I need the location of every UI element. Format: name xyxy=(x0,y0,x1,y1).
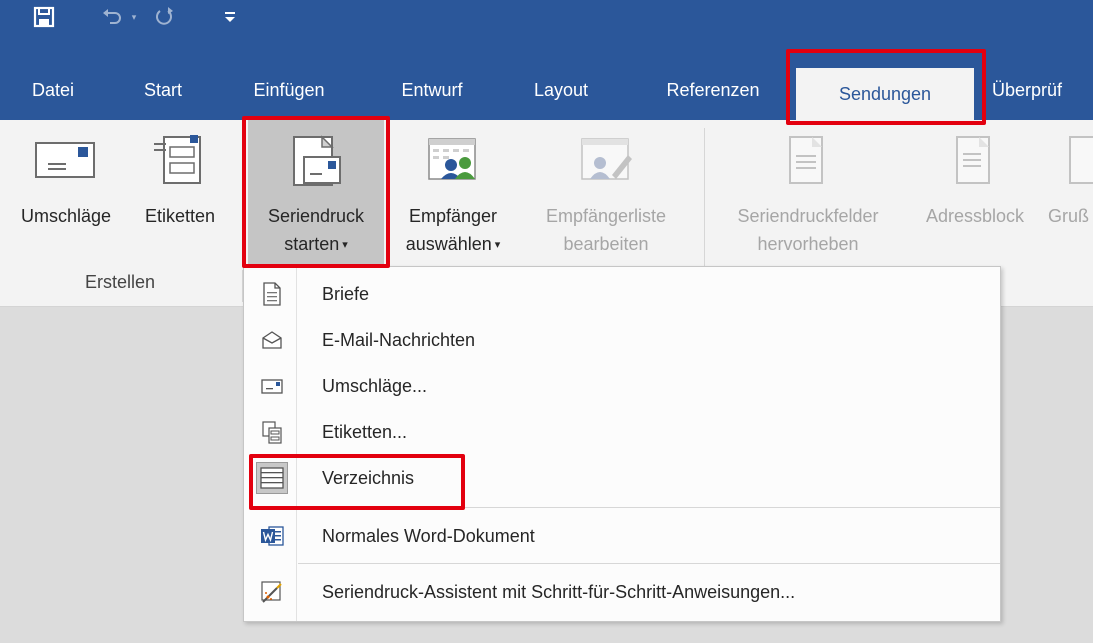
tab-sendungen[interactable]: Sendungen xyxy=(796,68,974,120)
envelope-icon xyxy=(260,374,284,398)
undo-icon[interactable] xyxy=(98,0,126,34)
umschlaege-button[interactable]: Umschläge xyxy=(0,120,132,275)
tab-referenzen[interactable]: Referenzen xyxy=(648,60,778,120)
greeting-icon xyxy=(1066,133,1093,197)
document-icon xyxy=(260,282,284,306)
tab-layout[interactable]: Layout xyxy=(520,60,602,120)
menu-item-etiketten[interactable]: Etiketten... xyxy=(244,409,1000,455)
empfaengerliste-bearbeiten-button[interactable]: Empfängerliste bearbeiten xyxy=(520,120,692,275)
email-icon xyxy=(260,328,284,352)
seriendruckfelder-hervorheben-button[interactable]: Seriendruckfelder hervorheben xyxy=(708,120,908,275)
menu-item-briefe[interactable]: Briefe xyxy=(244,271,1000,317)
recipients-icon xyxy=(423,133,483,195)
seriendruck-starten-button[interactable]: Seriendruck starten ▾ xyxy=(248,120,384,275)
menu-item-email-nachrichten[interactable]: E-Mail-Nachrichten xyxy=(244,317,1000,363)
menu-separator xyxy=(298,507,1000,508)
etiketten-button[interactable]: Etiketten xyxy=(132,120,228,275)
address-block-icon xyxy=(953,133,997,197)
wizard-icon xyxy=(260,580,284,604)
menu-separator xyxy=(298,563,1000,564)
grusszeile-button[interactable]: Gruß xyxy=(1044,120,1093,275)
group-label-erstellen: Erstellen xyxy=(84,272,156,292)
labels-icon xyxy=(150,133,210,197)
customize-qat-icon[interactable] xyxy=(220,0,240,34)
envelope-icon xyxy=(34,133,98,191)
mail-merge-start-icon xyxy=(284,133,348,201)
tab-ueberpruefen[interactable]: Überprüf xyxy=(992,60,1093,120)
directory-icon xyxy=(256,462,288,494)
word-doc-icon xyxy=(260,524,284,548)
edit-recipients-icon xyxy=(576,133,636,195)
save-icon[interactable] xyxy=(28,0,60,34)
menu-item-normales-word-dokument[interactable]: Normales Word-Dokument xyxy=(244,513,1000,559)
tab-start[interactable]: Start xyxy=(128,60,198,120)
tab-einfuegen[interactable]: Einfügen xyxy=(238,60,340,120)
seriendruck-starten-menu: Briefe E-Mail-Nachrichten Umschläge... E… xyxy=(243,266,1001,622)
ribbon-tab-bar: Datei Start Einfügen Entwurf Layout Refe… xyxy=(0,60,1093,120)
menu-item-umschlaege[interactable]: Umschläge... xyxy=(244,363,1000,409)
tab-datei[interactable]: Datei xyxy=(18,60,88,120)
labels-icon xyxy=(260,420,284,444)
menu-item-seriendruck-assistent[interactable]: Seriendruck-Assistent mit Schritt-für-Sc… xyxy=(244,569,1000,615)
adressblock-button[interactable]: Adressblock xyxy=(908,120,1042,275)
redo-icon[interactable] xyxy=(150,0,178,34)
highlight-fields-icon xyxy=(786,133,830,197)
empfaenger-auswaehlen-button[interactable]: Empfänger auswählen ▾ xyxy=(388,120,518,275)
chevron-down-icon: ▾ xyxy=(342,239,348,252)
undo-dropdown-icon[interactable]: ▾ xyxy=(128,0,140,34)
tab-entwurf[interactable]: Entwurf xyxy=(388,60,476,120)
menu-item-verzeichnis[interactable]: Verzeichnis xyxy=(244,455,1000,501)
title-bar: ▾ xyxy=(0,0,1093,60)
chevron-down-icon: ▾ xyxy=(494,239,501,252)
